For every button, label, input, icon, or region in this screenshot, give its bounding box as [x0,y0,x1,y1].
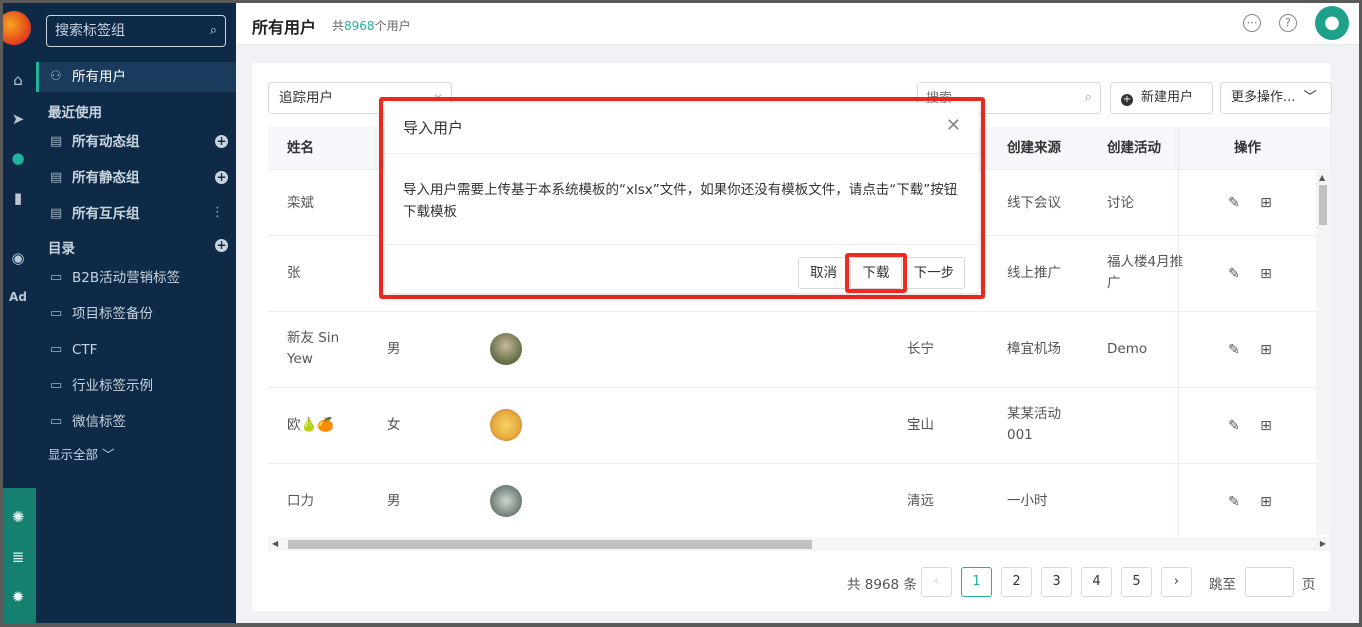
cancel-button[interactable]: 取消 [798,257,849,289]
app-window: ⌂ ➤ ● ▮ ◉ Ad ✺ ≣ ✹ ⌕ ⚇ 所有用户 最近使用 ▤ 所有动态组… [3,3,1359,623]
divider [385,244,979,245]
dialog-title: 导入用户 [403,119,464,137]
dialog-message: 导入用户需要上传基于本系统模板的“xlsx”文件，如果你还没有模板文件，请点击“… [403,182,958,220]
next-step-button[interactable]: 下一步 [903,257,965,289]
highlight-box-download [845,253,907,293]
divider [385,153,979,154]
modal-overlay [3,3,1359,623]
close-icon[interactable]: ✕ [946,115,961,136]
